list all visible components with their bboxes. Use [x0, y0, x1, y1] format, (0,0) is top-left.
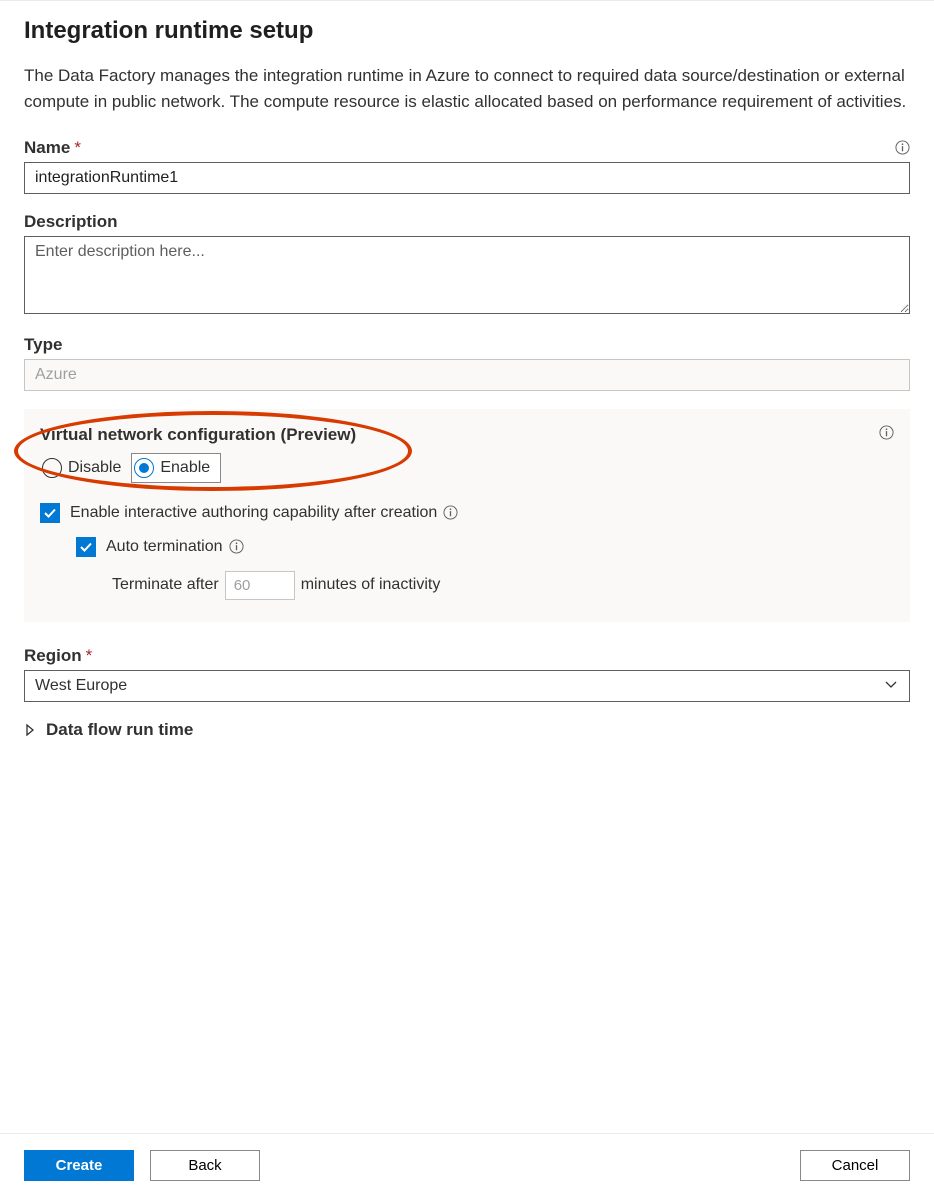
name-input[interactable] — [24, 162, 910, 194]
description-field-group: Description — [24, 212, 910, 317]
terminate-after-row: Terminate after minutes of inactivity — [112, 571, 894, 600]
enable-authoring-label: Enable interactive authoring capability … — [70, 504, 437, 522]
enable-authoring-checkbox[interactable]: Enable interactive authoring capability … — [40, 503, 894, 523]
info-icon[interactable] — [878, 425, 894, 441]
auto-termination-checkbox[interactable]: Auto termination — [76, 537, 894, 557]
region-select[interactable]: West Europe — [24, 670, 910, 702]
type-field-group: Type Azure — [24, 335, 910, 391]
dataflow-label: Data flow run time — [46, 720, 193, 740]
required-star: * — [86, 646, 93, 665]
vnet-radio-group: Disable Enable — [40, 453, 894, 483]
region-label: Region — [24, 646, 82, 665]
cancel-button[interactable]: Cancel — [800, 1150, 910, 1181]
checkbox-icon — [40, 503, 60, 523]
region-field-group: Region* West Europe — [24, 646, 910, 702]
auto-termination-label: Auto termination — [106, 538, 223, 556]
page-description: The Data Factory manages the integration… — [24, 63, 910, 116]
caret-right-icon — [24, 724, 36, 736]
dataflow-expander[interactable]: Data flow run time — [24, 720, 910, 740]
vnet-disable-label: Disable — [68, 459, 121, 477]
checkbox-icon — [76, 537, 96, 557]
info-icon[interactable] — [229, 539, 244, 554]
radio-icon — [42, 458, 62, 478]
terminate-before-label: Terminate after — [112, 576, 219, 594]
vnet-disable-radio[interactable]: Disable — [40, 453, 131, 483]
info-icon[interactable] — [894, 140, 910, 156]
page-title: Integration runtime setup — [24, 17, 910, 45]
type-label: Type — [24, 335, 62, 355]
name-label: Name — [24, 138, 70, 157]
description-label: Description — [24, 212, 118, 232]
description-input[interactable] — [24, 236, 910, 314]
vnet-section: Virtual network configuration (Preview) … — [24, 409, 910, 622]
create-button[interactable]: Create — [24, 1150, 134, 1181]
back-button[interactable]: Back — [150, 1150, 260, 1181]
terminate-minutes-input[interactable] — [225, 571, 295, 600]
vnet-title: Virtual network configuration (Preview) — [40, 425, 356, 445]
radio-icon — [134, 458, 154, 478]
region-value: West Europe — [24, 670, 910, 702]
vnet-enable-label: Enable — [160, 459, 210, 477]
terminate-after-label: minutes of inactivity — [301, 576, 441, 594]
type-input: Azure — [24, 359, 910, 391]
info-icon[interactable] — [443, 505, 458, 520]
name-field-group: Name* — [24, 138, 910, 194]
vnet-enable-radio[interactable]: Enable — [131, 453, 221, 483]
required-star: * — [74, 138, 81, 157]
footer-bar: Create Back Cancel — [0, 1133, 934, 1197]
